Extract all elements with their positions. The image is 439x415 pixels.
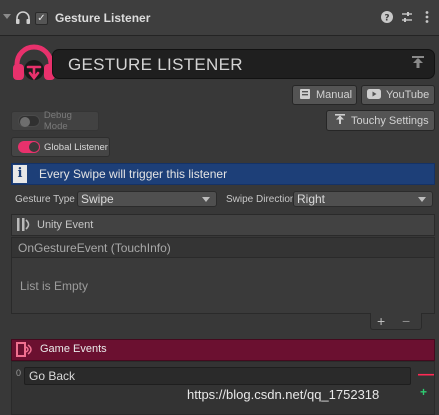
debug-mode-switch[interactable] [18, 115, 40, 127]
touchy-settings-label: Touchy Settings [351, 114, 429, 127]
watermark-text: https://blog.csdn.net/qq_1752318 [187, 387, 380, 402]
gesture-listener-logo-icon [11, 42, 57, 86]
unity-event-title: Unity Event [37, 219, 94, 231]
headphones-icon [15, 11, 31, 25]
add-listener-button[interactable]: + [377, 313, 385, 329]
swipe-direction-value: Right [297, 192, 326, 206]
youtube-button-label: YouTube [386, 89, 430, 101]
foldout-arrow-icon[interactable] [3, 14, 11, 19]
presets-icon[interactable] [400, 10, 414, 24]
gesture-type-dropdown[interactable]: Swipe [77, 191, 217, 207]
unity-event-callback: OnGestureEvent (TouchInfo) [18, 241, 171, 255]
manual-button-label: Manual [316, 89, 353, 101]
unity-event-icon [15, 216, 33, 233]
debug-mode-label: Debug Mode [43, 110, 72, 132]
global-listener-label: Global Listener [44, 141, 108, 153]
context-menu-icon[interactable] [420, 10, 434, 24]
game-event-field[interactable]: Go Back [24, 367, 411, 385]
debug-mode-knob [20, 117, 30, 127]
global-listener-toggle[interactable]: Global Listener [11, 137, 110, 157]
debug-mode-toggle[interactable]: Debug Mode [11, 110, 99, 132]
book-icon [299, 88, 311, 103]
remove-listener-button[interactable]: − [402, 313, 410, 329]
help-icon[interactable]: ? [380, 10, 394, 24]
global-listener-switch[interactable] [18, 141, 40, 153]
pin-small-icon [334, 113, 346, 129]
game-events-title: Game Events [40, 343, 107, 355]
game-events-icon [16, 341, 34, 358]
component-enabled-checkbox[interactable]: ✓ [35, 12, 48, 25]
chevron-down-icon [418, 197, 426, 202]
banner-title: GESTURE LISTENER [68, 55, 243, 74]
gesture-type-label: Gesture Type [15, 194, 75, 205]
gesture-type-value: Swipe [81, 192, 114, 206]
svg-text:?: ? [384, 14, 389, 24]
youtube-icon [367, 88, 381, 102]
pin-icon[interactable] [410, 55, 426, 73]
touchy-settings-button[interactable]: Touchy Settings [326, 110, 435, 131]
game-event-index: 0 [16, 368, 22, 378]
swipe-direction-dropdown[interactable]: Right [293, 191, 433, 207]
swipe-direction-label: Swipe Direction [226, 194, 296, 205]
global-listener-knob [29, 142, 39, 152]
manual-button[interactable]: Manual [292, 85, 357, 105]
youtube-button[interactable]: YouTube [361, 85, 435, 105]
component-title: Gesture Listener [55, 11, 151, 25]
remove-game-event-button[interactable]: — [418, 366, 434, 384]
chevron-down-icon [202, 197, 210, 202]
add-game-event-button[interactable]: + [420, 385, 427, 399]
info-icon: i [13, 165, 27, 183]
unity-event-empty-text: List is Empty [20, 279, 89, 293]
info-text: Every Swipe will trigger this listener [39, 167, 228, 181]
